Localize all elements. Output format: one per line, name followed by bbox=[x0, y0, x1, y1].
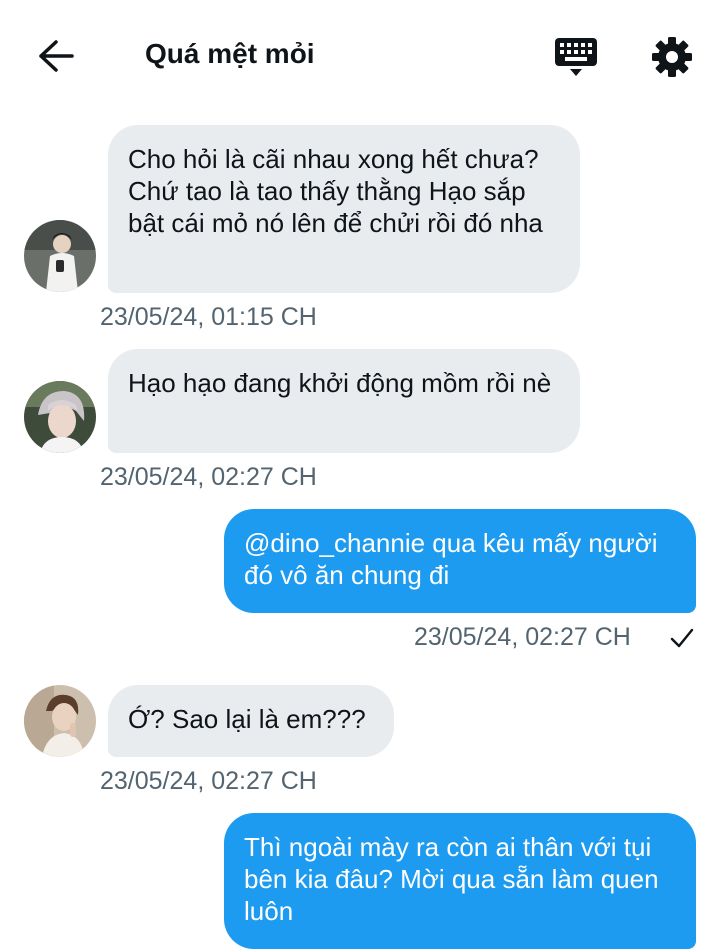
message-bubble[interactable]: @dino_channie qua kêu mấy người đó vô ăn… bbox=[224, 509, 696, 613]
message-bubble[interactable]: Cho hỏi là cãi nhau xong hết chưa? Chứ t… bbox=[108, 125, 580, 293]
conversation-title: Quá mệt mỏi bbox=[145, 38, 315, 69]
avatar[interactable] bbox=[24, 220, 96, 292]
keyboard-icon[interactable] bbox=[553, 36, 599, 78]
message-timestamp: 23/05/24, 02:27 CH bbox=[100, 463, 317, 491]
chat-header: Quá mệt mỏi bbox=[0, 0, 720, 110]
message-bubble[interactable]: Ớ? Sao lại là em??? bbox=[108, 685, 394, 757]
gear-icon[interactable] bbox=[651, 36, 693, 78]
sent-check-icon bbox=[670, 628, 694, 648]
message-timestamp: 23/05/24, 02:27 CH bbox=[100, 767, 317, 795]
arrow-left-icon[interactable] bbox=[36, 38, 76, 74]
avatar[interactable] bbox=[24, 381, 96, 453]
message-timestamp: 23/05/24, 01:15 CH bbox=[100, 303, 317, 331]
message-bubble[interactable]: Hạo hạo đang khởi động mồm rồi nè bbox=[108, 349, 580, 453]
message-bubble[interactable]: Thì ngoài mày ra còn ai thân với tụi bên… bbox=[224, 813, 696, 949]
message-timestamp: 23/05/24, 02:27 CH bbox=[414, 623, 631, 651]
avatar[interactable] bbox=[24, 685, 96, 757]
